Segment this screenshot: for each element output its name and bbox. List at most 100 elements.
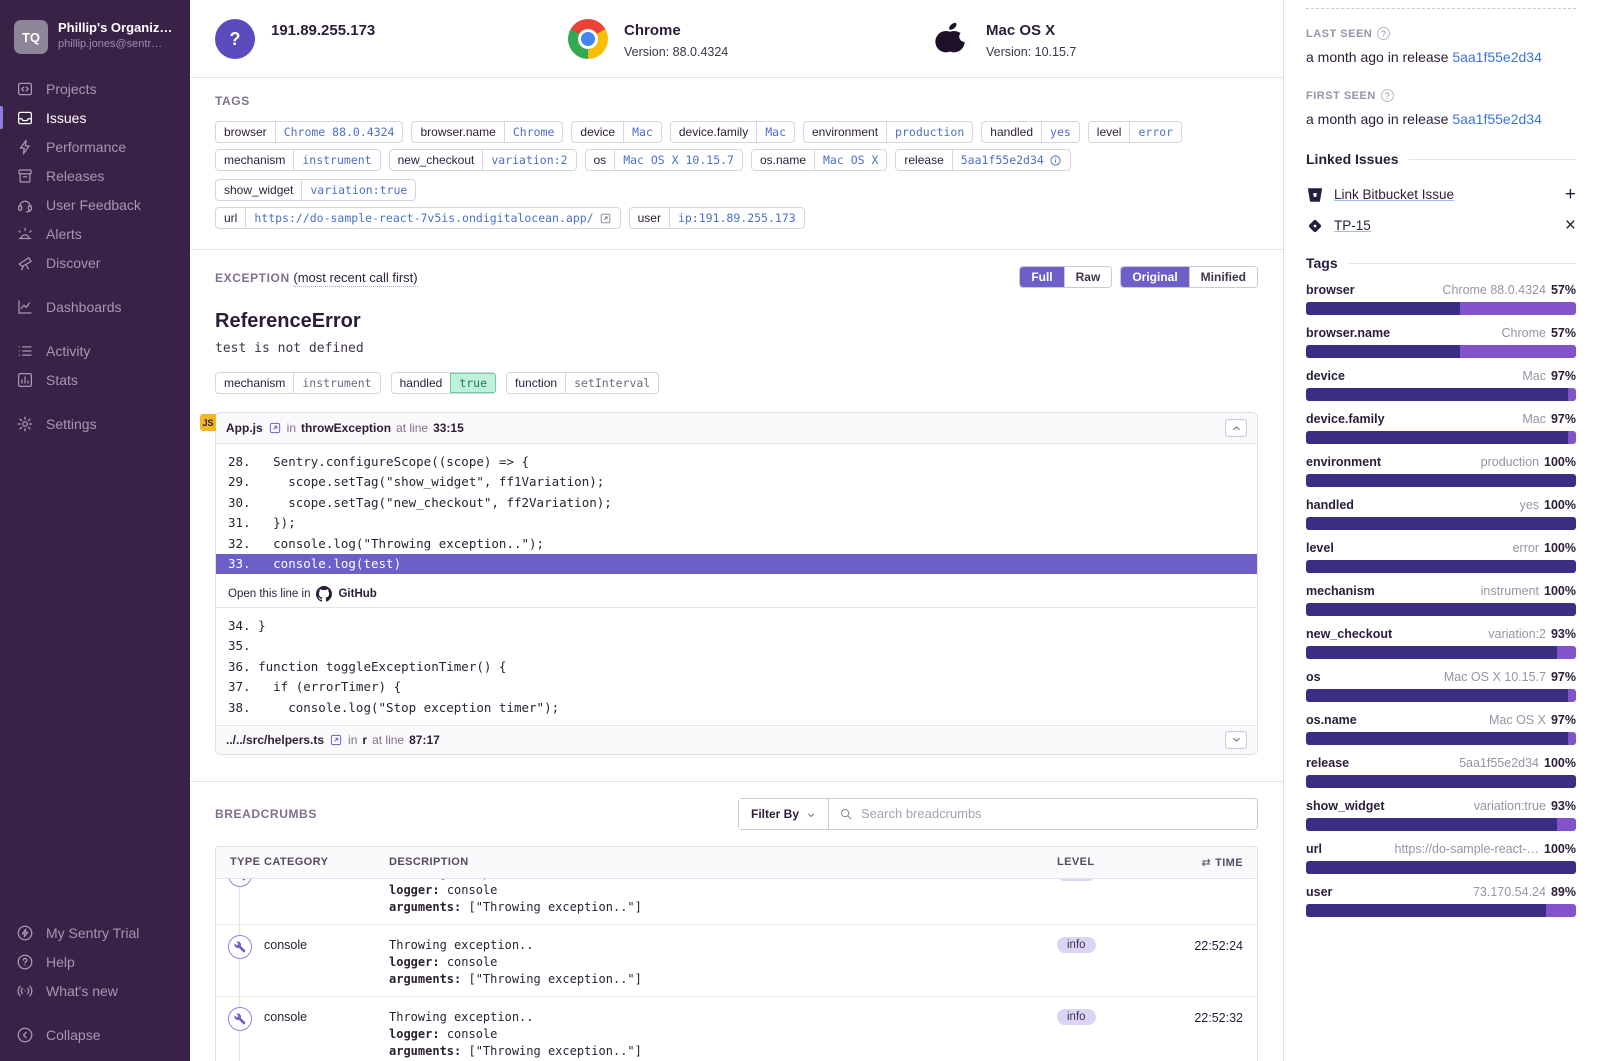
format-toggle-button[interactable]: Minified (1189, 267, 1257, 287)
tag-distribution-row[interactable]: os Mac OS X 10.15.797% (1306, 670, 1576, 702)
release-link[interactable]: 5aa1f55e2d34 (1452, 49, 1542, 65)
sidebar-item[interactable]: Stats (0, 365, 190, 394)
tag-distribution-row[interactable]: release 5aa1f55e2d34100% (1306, 756, 1576, 788)
next-stack-frame[interactable]: ../../src/helpers.ts in r at line 87:17 (216, 725, 1257, 754)
sidebar-footer-label: Help (46, 954, 75, 970)
linked-issue-action-button[interactable]: × (1565, 216, 1576, 235)
tag-distribution-row[interactable]: user 73.170.54.2489% (1306, 885, 1576, 917)
exception-subtitle: (most recent call first) (293, 270, 417, 287)
view-toggle-button[interactable]: Full (1020, 267, 1063, 287)
apple-icon (930, 19, 970, 59)
linked-issue-link[interactable]: Link Bitbucket Issue (1334, 187, 1454, 202)
tag-pill[interactable]: new_checkout variation:2 (389, 149, 577, 171)
tag-distribution-row[interactable]: device.family Mac97% (1306, 412, 1576, 444)
tag-distribution-row[interactable]: level error100% (1306, 541, 1576, 573)
tag-name: browser (1306, 283, 1355, 297)
linked-issue-link[interactable]: TP-15 (1334, 218, 1371, 233)
tag-distribution-bar (1306, 560, 1576, 573)
sidebar-item-icon (16, 342, 34, 360)
tag-name: os (1306, 670, 1321, 684)
chevron-down-icon (1231, 734, 1242, 745)
tag-distribution-bar (1306, 646, 1576, 659)
tag-distribution-bar (1306, 775, 1576, 788)
tags-section: TAGS browser Chrome 88.0.4324 browser.na… (190, 78, 1283, 250)
col-description: DESCRIPTION (389, 847, 1057, 877)
sidebar-item-label: Releases (46, 168, 104, 184)
tag-top-value: instrument (1481, 584, 1539, 598)
sidebar-item[interactable]: Discover (0, 248, 190, 277)
open-file-external-icon[interactable] (268, 421, 282, 435)
tag-pill[interactable]: user ip:191.89.255.173 (629, 207, 805, 229)
code-line: 34. } (216, 615, 1257, 636)
tag-distribution-row[interactable]: show_widget variation:true93% (1306, 799, 1576, 831)
help-icon[interactable]: ? (1377, 27, 1390, 40)
tag-pill[interactable]: device.family Mac (670, 121, 795, 143)
sidebar-footer-label: My Sentry Trial (46, 925, 139, 941)
col-time[interactable]: ⇄TIME (1145, 847, 1257, 878)
exception-title: EXCEPTION (215, 271, 290, 285)
breadcrumb-description: Throwing exception.. logger: console arg… (389, 1007, 1057, 1058)
collapse-frame-button[interactable] (1225, 419, 1247, 437)
tag-distribution-row[interactable]: handled yes100% (1306, 498, 1576, 530)
release-link[interactable]: 5aa1f55e2d34 (1452, 111, 1542, 127)
sidebar-item[interactable]: Settings (0, 409, 190, 438)
tag-name: handled (1306, 498, 1354, 512)
tag-distribution-row[interactable]: os.name Mac OS X97% (1306, 713, 1576, 745)
tag-pill[interactable]: url https://do-sample-react-7v5is.ondigi… (215, 207, 621, 229)
linked-issue-action-button[interactable]: + (1565, 185, 1576, 204)
sidebar-item[interactable]: Releases (0, 161, 190, 190)
tag-distribution-row[interactable]: mechanism instrument100% (1306, 584, 1576, 616)
help-icon[interactable]: ? (1381, 89, 1394, 102)
tag-top-value: Chrome 88.0.4324 (1442, 283, 1546, 297)
breadcrumbs-filter-button[interactable]: Filter By (739, 799, 829, 829)
tag-pill[interactable]: release 5aa1f55e2d34 (895, 149, 1070, 171)
open-file-external-icon[interactable] (329, 733, 343, 747)
format-toggle-button[interactable]: Original (1121, 267, 1188, 287)
tag-pill[interactable]: handled yes (981, 121, 1080, 143)
tag-pill[interactable]: device Mac (571, 121, 661, 143)
breadcrumb-time: 22:52:24 (1145, 935, 1257, 953)
tag-pill[interactable]: level error (1088, 121, 1182, 143)
tag-pill[interactable]: mechanism instrument (215, 149, 381, 171)
tag-distribution-row[interactable]: new_checkout variation:293% (1306, 627, 1576, 659)
code-context-bottom: 34. } 35. 36. function toggleExceptionTi… (216, 608, 1257, 725)
stack-frame-header[interactable]: App.js in throwException at line 33:15 (216, 413, 1257, 444)
sidebar-item[interactable]: Activity (0, 336, 190, 365)
tag-pill[interactable]: os.name Mac OS X (751, 149, 887, 171)
tag-name: device (1306, 369, 1345, 383)
sidebar-item[interactable]: Alerts (0, 219, 190, 248)
sidebar-footer-item[interactable]: My Sentry Trial (0, 918, 190, 947)
sidebar-item[interactable]: User Feedback (0, 190, 190, 219)
breadcrumbs-table: TYPE CATEGORY DESCRIPTION LEVEL ⇄TIME co… (215, 846, 1258, 1061)
tag-distribution-bar (1306, 345, 1576, 358)
view-toggle-button[interactable]: Raw (1064, 267, 1112, 287)
breadcrumb-row: console Throwing exception.. logger: con… (216, 879, 1257, 924)
tag-distribution-row[interactable]: device Mac97% (1306, 369, 1576, 401)
sidebar-item[interactable]: Dashboards (0, 292, 190, 321)
expand-frame-button[interactable] (1225, 731, 1247, 749)
sidebar-item[interactable]: Performance (0, 132, 190, 161)
org-switcher[interactable]: TQ Phillip's Organiz… phillip.jones@sent… (0, 12, 190, 74)
sidebar-footer-item[interactable]: Collapse (0, 1020, 190, 1049)
tag-pill[interactable]: show_widget variation:true (215, 179, 416, 201)
tag-percent: 100% (1544, 756, 1576, 770)
open-in-github-row[interactable]: Open this line in GitHub (216, 581, 1257, 608)
sidebar-footer-item[interactable]: What's new (0, 976, 190, 1005)
tag-distribution-row[interactable]: environment production100% (1306, 455, 1576, 487)
tag-distribution-bar (1306, 861, 1576, 874)
breadcrumb-time: 22:52:32 (1145, 1007, 1257, 1025)
sidebar-footer-item[interactable]: Help (0, 947, 190, 976)
tag-pill[interactable]: browser.name Chrome (411, 121, 563, 143)
breadcrumbs-table-body[interactable]: console Throwing exception.. logger: con… (216, 879, 1257, 1061)
tag-pill[interactable]: environment production (803, 121, 973, 143)
sidebar-item[interactable]: Issues (0, 103, 190, 132)
breadcrumbs-search-input[interactable] (861, 806, 1247, 821)
sidebar-item[interactable]: Projects (0, 74, 190, 103)
github-link[interactable]: GitHub (338, 588, 376, 600)
tag-name: url (1306, 842, 1322, 856)
tag-pill[interactable]: os Mac OS X 10.15.7 (585, 149, 743, 171)
tag-distribution-row[interactable]: browser.name Chrome57% (1306, 326, 1576, 358)
tag-distribution-row[interactable]: browser Chrome 88.0.432457% (1306, 283, 1576, 315)
tag-pill[interactable]: browser Chrome 88.0.4324 (215, 121, 403, 143)
tag-distribution-row[interactable]: url https://do-sample-react-…100% (1306, 842, 1576, 874)
